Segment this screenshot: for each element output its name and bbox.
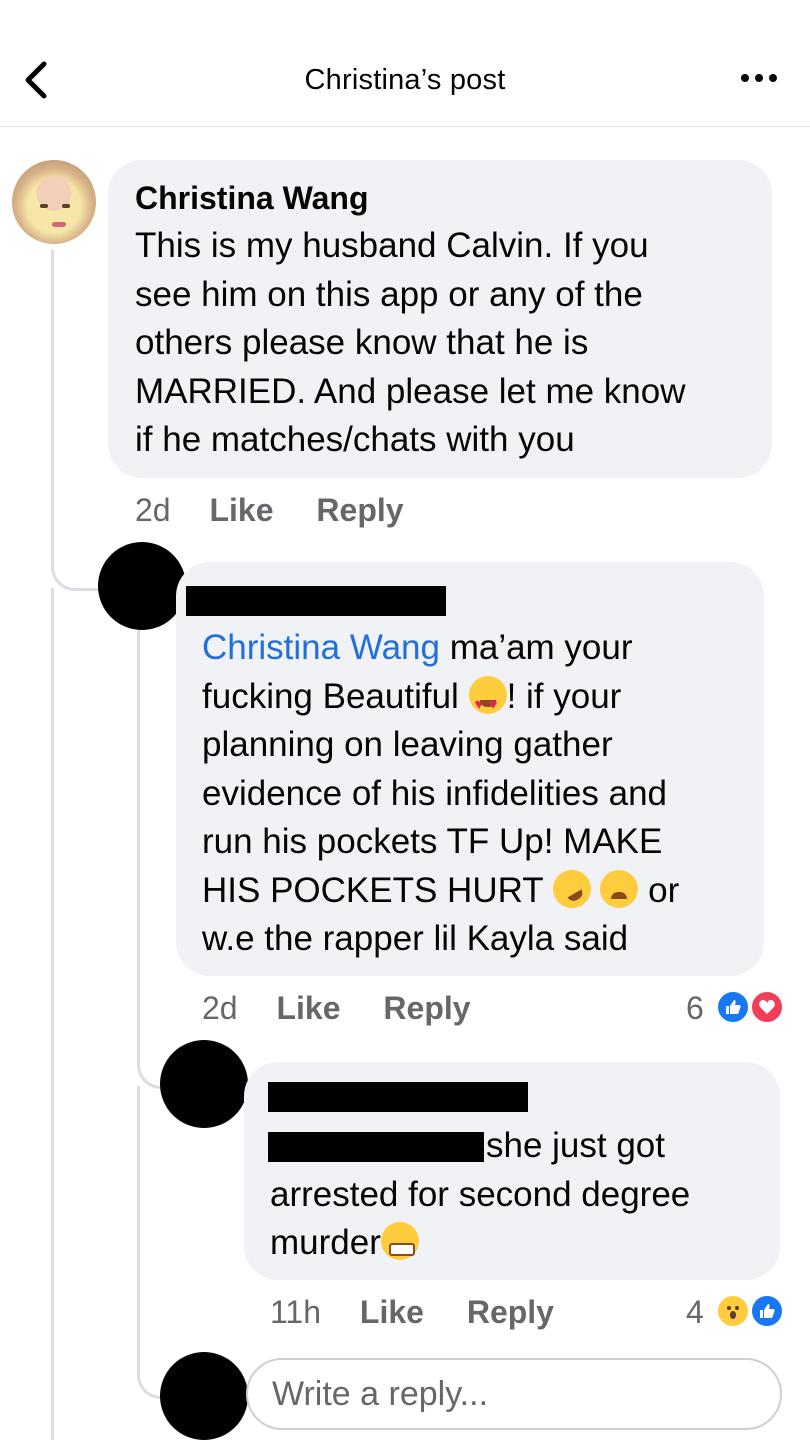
- comment-text: Christina Wang ma’am your fucking Beauti…: [202, 624, 762, 964]
- redacted-name: [186, 586, 446, 616]
- comment-line: This is my husband Calvin. If you: [135, 226, 649, 265]
- comment-meta: 2d Like Reply: [135, 492, 404, 529]
- reaction-count[interactable]: 6: [686, 990, 704, 1027]
- avatar: [160, 1352, 248, 1440]
- reply-input[interactable]: Write a reply...: [246, 1358, 782, 1430]
- like-reaction-icon[interactable]: [716, 990, 750, 1024]
- avatar[interactable]: [12, 160, 96, 244]
- thread-connector-3: [137, 1086, 164, 1399]
- comment-text: she just got arrested for second degree …: [270, 1126, 691, 1262]
- thread-line-reply: [137, 628, 140, 1048]
- grimacing-emoji-icon: [380, 1222, 419, 1260]
- timestamp: 2d: [135, 492, 171, 528]
- comment-line: MARRIED. And please let me know: [135, 371, 686, 411]
- comment-line: see him on this app or any of the: [135, 274, 643, 314]
- heart-eyes-emoji-icon: [468, 675, 507, 729]
- comment-meta: 11h Like Reply: [270, 1294, 554, 1331]
- reply-button[interactable]: Reply: [316, 492, 403, 528]
- rofl-emoji-icon: [545, 862, 598, 915]
- reply-button[interactable]: Reply: [467, 1294, 554, 1330]
- comment-meta: 2d Like Reply: [202, 990, 471, 1027]
- top-bar: Christina’s post: [0, 0, 810, 127]
- avatar[interactable]: [160, 1040, 248, 1128]
- comment-line: others please know that he is: [135, 323, 589, 362]
- redacted-name: [268, 1082, 528, 1112]
- like-button[interactable]: Like: [360, 1294, 424, 1330]
- timestamp: 11h: [270, 1294, 322, 1330]
- thread-connector-1: [51, 250, 102, 591]
- comment-author[interactable]: Christina Wang: [135, 180, 368, 217]
- thread-line-main-lower: [51, 588, 54, 1440]
- comment-line: if he matches/chats with you: [135, 420, 575, 459]
- comment-text: This is my husband Calvin. If you see hi…: [135, 222, 765, 465]
- more-options-icon[interactable]: [738, 68, 782, 90]
- crying-emoji-icon: [600, 869, 639, 908]
- like-button[interactable]: Like: [209, 492, 273, 528]
- heart-reaction-icon[interactable]: [750, 990, 784, 1024]
- like-button[interactable]: Like: [276, 990, 340, 1026]
- like-reaction-icon[interactable]: [750, 1294, 784, 1328]
- mention-link[interactable]: Christina Wang: [202, 628, 440, 667]
- timestamp: 2d: [202, 990, 238, 1026]
- wow-reaction-icon[interactable]: [716, 1294, 750, 1328]
- reply-button[interactable]: Reply: [383, 990, 470, 1026]
- reaction-count[interactable]: 4: [686, 1294, 704, 1331]
- avatar[interactable]: [98, 542, 186, 630]
- page-title: Christina’s post: [304, 64, 506, 96]
